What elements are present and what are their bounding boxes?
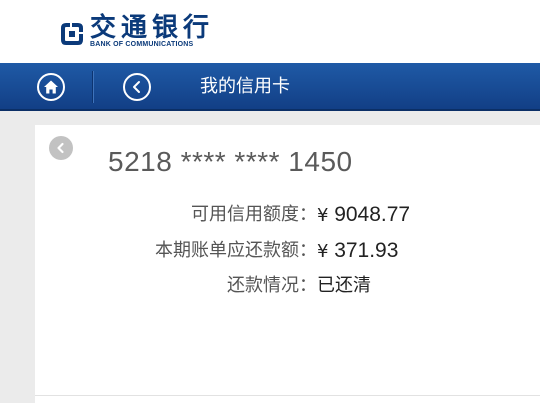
currency-symbol: ¥	[317, 205, 329, 226]
card-number: 5218 **** **** 1450	[108, 146, 353, 177]
credit-card-panel: 5218 **** **** 1450 可用信用额度： ¥ 9048.77 本期…	[35, 125, 540, 403]
home-icon	[44, 80, 58, 94]
available-credit-row: 可用信用额度： ¥ 9048.77	[35, 200, 540, 230]
main-content: 5218 **** **** 1450 可用信用额度： ¥ 9048.77 本期…	[0, 111, 540, 403]
bank-logo-icon	[61, 23, 83, 45]
nav-divider	[92, 71, 93, 103]
repayment-status-label: 还款情况：	[227, 275, 317, 296]
bank-name-en: BANK OF COMMUNICATIONS	[90, 41, 194, 48]
currency-symbol: ¥	[317, 241, 329, 262]
app-header: 交通银行 BANK OF COMMUNICATIONS	[0, 0, 540, 63]
available-credit-label: 可用信用额度：	[191, 204, 317, 225]
back-button[interactable]	[123, 73, 151, 101]
statement-amount-label: 本期账单应还款额：	[155, 240, 317, 261]
available-credit-value: 9048.77	[334, 203, 411, 226]
statement-amount-row: 本期账单应还款额： ¥ 371.93	[35, 236, 540, 266]
back-icon	[57, 142, 64, 154]
card-divider	[35, 395, 540, 396]
page-title: 我的信用卡	[200, 76, 290, 97]
bank-logo: 交通银行 BANK OF COMMUNICATIONS	[58, 14, 214, 54]
statement-amount-value: 371.93	[334, 239, 399, 262]
card-back-button[interactable]	[49, 136, 73, 160]
nav-bar: 我的信用卡	[0, 63, 540, 111]
repayment-status-value: 已还清	[317, 275, 371, 296]
home-button[interactable]	[37, 73, 65, 101]
repayment-status-row: 还款情况： 已还清	[35, 271, 540, 301]
back-icon	[133, 81, 140, 93]
bank-name-cn: 交通银行	[90, 13, 215, 43]
